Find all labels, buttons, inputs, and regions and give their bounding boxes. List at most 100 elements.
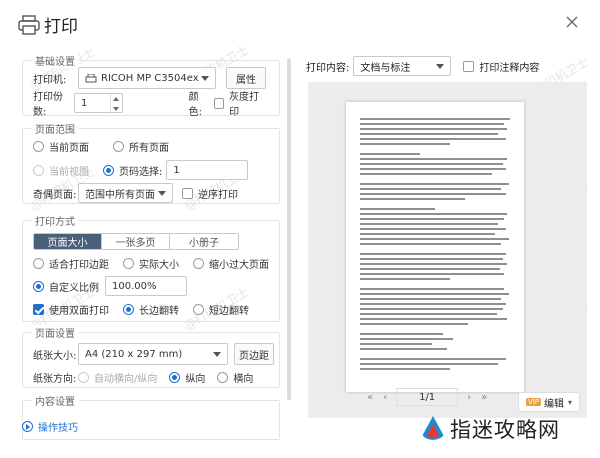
text-line xyxy=(360,338,453,340)
copies-value: 1 xyxy=(81,97,88,109)
actual-size-radio[interactable]: 实际大小 xyxy=(123,256,179,271)
text-line xyxy=(360,223,498,225)
current-view-label: 当前视图 xyxy=(49,166,89,178)
page-setup-legend: 页面设置 xyxy=(31,325,79,340)
radio-icon xyxy=(78,371,89,383)
text-line xyxy=(360,213,507,215)
orientation-label: 纸张方向: xyxy=(33,373,77,385)
radio-selected-icon xyxy=(169,371,181,383)
radio-selected-icon xyxy=(103,164,114,176)
last-page-icon[interactable]: » xyxy=(481,392,487,403)
tips-link[interactable]: 操作技巧 xyxy=(22,419,78,434)
edit-label: 编辑 xyxy=(544,398,565,410)
radio-icon xyxy=(33,164,44,176)
text-line xyxy=(360,183,509,185)
scale-input[interactable]: 100.00% xyxy=(105,276,187,296)
printer-select[interactable]: RICOH MP C3504ex PCL 6 xyxy=(78,67,216,89)
fit-margin-label: 适合打印边距 xyxy=(49,259,109,271)
custom-scale-label: 自定义比例 xyxy=(49,282,99,294)
short-edge-radio[interactable]: 短边翻转 xyxy=(193,302,249,317)
preview-area: VIP 编辑 ▾ xyxy=(308,82,587,418)
printer-value: RICOH MP C3504ex PCL 6 xyxy=(101,72,201,84)
text-line xyxy=(360,173,492,175)
settings-panel: 基础设置 打印机: RICOH MP C3504ex PCL 6 属性 打印份数… xyxy=(0,44,290,458)
radio-selected-icon xyxy=(33,280,44,292)
page-select-radio[interactable]: 页码选择: xyxy=(103,163,162,178)
checkbox-icon xyxy=(182,187,193,199)
window-title: 打印 xyxy=(44,17,78,37)
settings-scrollbar[interactable] xyxy=(287,58,291,400)
tab-multi-page[interactable]: 一张多页 xyxy=(102,234,170,249)
copies-stepper[interactable]: 1 xyxy=(74,93,123,114)
checkbox-icon xyxy=(213,97,225,109)
portrait-radio[interactable]: 纵向 xyxy=(169,370,205,385)
text-line xyxy=(360,243,501,245)
text-line xyxy=(360,258,503,260)
properties-button[interactable]: 属性 xyxy=(226,67,266,89)
tab-page-size[interactable]: 页面大小 xyxy=(34,234,102,249)
chevron-down-icon xyxy=(201,76,209,81)
print-content-label: 打印内容: xyxy=(306,62,350,74)
grayscale-checkbox[interactable]: 灰度打印 xyxy=(213,88,265,118)
auto-orientation-radio[interactable]: 自动横向/纵向 xyxy=(78,370,157,385)
long-edge-radio[interactable]: 长边翻转 xyxy=(123,302,179,317)
copies-label: 打印份数: xyxy=(33,92,63,118)
text-line xyxy=(360,208,435,210)
page-indicator-input[interactable]: 1/1 xyxy=(396,388,459,406)
page-navigator: « ‹ 1/1 › » xyxy=(362,388,492,406)
current-view-radio[interactable]: 当前视图 xyxy=(33,163,89,178)
text-line xyxy=(360,278,450,280)
tips-label: 操作技巧 xyxy=(38,423,78,434)
text-line xyxy=(360,193,506,195)
text-line xyxy=(360,363,498,365)
text-line xyxy=(360,273,504,275)
stepper-arrows-icon[interactable] xyxy=(109,94,122,114)
page-select-input[interactable]: 1 xyxy=(166,160,249,180)
print-content-select[interactable]: 文档与标注 xyxy=(353,56,452,76)
landscape-label: 横向 xyxy=(233,373,254,385)
all-pages-radio[interactable]: 所有页面 xyxy=(113,139,169,154)
color-label: 颜色: xyxy=(188,92,203,118)
radio-icon xyxy=(193,303,204,315)
duplex-checkbox[interactable]: 使用双面打印 xyxy=(33,302,109,317)
page-setup-group: 页面设置 纸张大小: A4 (210 x 297 mm) 页边距 纸张方向: 自… xyxy=(22,325,280,388)
page-indicator: 1/1 xyxy=(419,391,436,403)
shrink-large-radio[interactable]: 缩小过大页面 xyxy=(193,256,269,271)
vip-badge: VIP xyxy=(525,398,542,406)
checkbox-icon xyxy=(463,60,475,72)
brand-mark-icon xyxy=(422,416,444,440)
text-line xyxy=(360,228,506,230)
radio-icon xyxy=(123,257,134,269)
landscape-radio[interactable]: 横向 xyxy=(217,370,253,385)
text-line xyxy=(360,163,503,165)
current-page-radio[interactable]: 当前页面 xyxy=(33,139,89,154)
play-circle-icon xyxy=(22,421,33,432)
odd-even-select[interactable]: 范围中所有页面 xyxy=(78,183,173,203)
text-line xyxy=(360,293,509,295)
custom-scale-radio[interactable]: 自定义比例 xyxy=(33,279,99,294)
text-line xyxy=(360,118,510,120)
printer-small-icon xyxy=(85,74,97,83)
reverse-checkbox[interactable]: 逆序打印 xyxy=(182,186,238,201)
text-line xyxy=(360,303,506,305)
scale-value: 100.00% xyxy=(112,280,157,292)
long-edge-label: 长边翻转 xyxy=(139,305,179,317)
first-page-icon[interactable]: « xyxy=(367,392,373,403)
prev-page-icon[interactable]: ‹ xyxy=(383,392,387,403)
text-line xyxy=(360,238,509,240)
close-icon[interactable] xyxy=(564,14,580,30)
print-annotations-checkbox[interactable]: 打印注释内容 xyxy=(463,59,539,74)
print-mode-tabs: 页面大小 一张多页 小册子 xyxy=(33,233,239,250)
paper-size-select[interactable]: A4 (210 x 297 mm) xyxy=(78,343,228,365)
text-line xyxy=(360,313,497,315)
edit-button[interactable]: VIP 编辑 ▾ xyxy=(518,392,580,412)
brand-logo: 指迷攻略网 xyxy=(420,414,560,444)
text-line xyxy=(360,263,507,265)
tab-booklet[interactable]: 小册子 xyxy=(170,234,238,249)
next-page-icon[interactable]: › xyxy=(467,392,471,403)
fit-margin-radio[interactable]: 适合打印边距 xyxy=(33,256,109,271)
print-mode-legend: 打印方式 xyxy=(31,213,79,228)
chevron-down-icon xyxy=(213,352,221,357)
text-line xyxy=(360,358,506,360)
margin-button[interactable]: 页边距 xyxy=(234,343,274,365)
